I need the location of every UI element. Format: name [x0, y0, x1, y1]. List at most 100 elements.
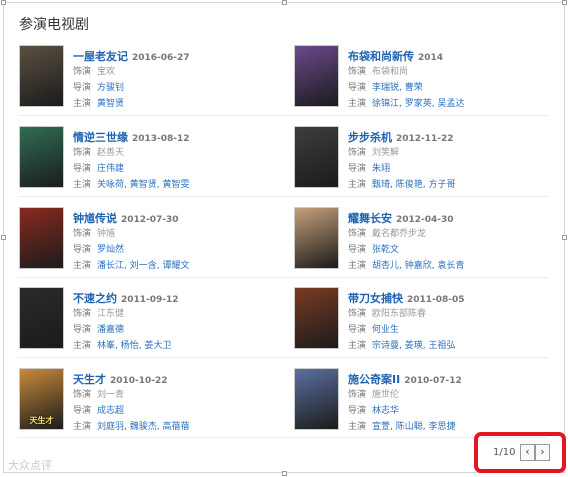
- cast-links[interactable]: 潘长江, 刘一含, 谭耀文: [97, 261, 189, 271]
- role-value: 施世伦: [372, 390, 400, 400]
- drama-item[interactable]: 耀舞长安 2012-04-30 饰演 戴名都乔步龙 导演 张乾文 主演 胡杏儿, 钟嘉欣…: [294, 207, 554, 277]
- drama-poster[interactable]: [294, 287, 339, 349]
- prev-page-button[interactable]: ‹: [520, 444, 535, 461]
- section-title: 参演电视剧: [19, 17, 89, 33]
- director-label: 导演: [348, 245, 367, 255]
- role-label: 饰演: [348, 229, 367, 239]
- director-link[interactable]: 成志超: [97, 406, 124, 416]
- row-divider: [18, 357, 548, 358]
- drama-poster[interactable]: [19, 126, 64, 188]
- cast-label: 主演: [348, 99, 367, 109]
- drama-item[interactable]: 天生才 天生才 2010-10-22 饰演 刘一青 导演 成志超 主演 刘庭羽, 魏骏杰…: [19, 368, 279, 438]
- drama-title[interactable]: 施公奇案II: [348, 373, 400, 386]
- next-page-button[interactable]: ›: [535, 444, 550, 461]
- director-label: 导演: [73, 164, 92, 174]
- director-link[interactable]: 方骏钊: [97, 83, 124, 93]
- page-indicator: 1/10: [493, 447, 516, 458]
- drama-item[interactable]: 施公奇案II 2010-07-12 饰演 施世伦 导演 林志华 主演 宣萱, 陈山聪, …: [294, 368, 554, 438]
- resize-handle-middle-right[interactable]: [562, 235, 567, 240]
- drama-title[interactable]: 耀舞长安: [348, 212, 392, 225]
- drama-poster[interactable]: [294, 207, 339, 269]
- role-label: 饰演: [73, 229, 92, 239]
- drama-date: 2010-07-12: [404, 376, 462, 386]
- drama-item[interactable]: 布袋和尚新传 2014 饰演 布袋和尚 导演 李瑞锐, 曹荣 主演 徐锦江, 罗家英, …: [294, 45, 554, 115]
- drama-poster[interactable]: [19, 287, 64, 349]
- drama-date: 2014: [418, 53, 444, 63]
- director-link[interactable]: 李瑞锐, 曹荣: [372, 83, 423, 93]
- role-value: 刘一青: [97, 390, 125, 400]
- role-label: 饰演: [73, 309, 92, 319]
- drama-title[interactable]: 天生才: [73, 373, 106, 386]
- resize-handle-top-left[interactable]: [1, 0, 6, 5]
- drama-date: 2011-09-12: [121, 295, 179, 305]
- director-link[interactable]: 张乾文: [372, 245, 399, 255]
- drama-item[interactable]: 步步杀机 2012-11-22 饰演 刘笑解 导演 朱翊 主演 甄琦, 陈俊艳, 方子哥: [294, 126, 554, 196]
- director-label: 导演: [73, 406, 92, 416]
- role-label: 饰演: [348, 390, 367, 400]
- row-divider: [18, 277, 548, 278]
- row-divider: [18, 437, 548, 438]
- cast-links[interactable]: 胡杏儿, 钟嘉欣, 袁长青: [372, 261, 464, 271]
- director-label: 导演: [348, 325, 367, 335]
- drama-title[interactable]: 一屋老友记: [73, 50, 128, 63]
- director-link[interactable]: 朱翊: [372, 164, 390, 174]
- drama-date: 2012-11-22: [396, 134, 454, 144]
- drama-title[interactable]: 布袋和尚新传: [348, 50, 414, 63]
- director-label: 导演: [348, 406, 367, 416]
- cast-links[interactable]: 关咏荷, 黄智贤, 黄智雯: [97, 180, 189, 190]
- drama-title[interactable]: 带刀女捕快: [348, 292, 403, 305]
- role-value: 赵善天: [97, 148, 125, 158]
- drama-item[interactable]: 钟馗传说 2012-07-30 饰演 钟馗 导演 罗灿然 主演 潘长江, 刘一含, 谭耀…: [19, 207, 279, 277]
- drama-poster[interactable]: [294, 126, 339, 188]
- drama-poster[interactable]: [19, 45, 64, 107]
- cast-links[interactable]: 刘庭羽, 魏骏杰, 高蓓蓓: [97, 422, 189, 432]
- director-link[interactable]: 潘嘉德: [97, 325, 124, 335]
- drama-date: 2012-04-30: [396, 215, 454, 225]
- drama-date: 2011-08-05: [407, 295, 465, 305]
- role-value: 欧阳东部陈春: [372, 309, 427, 319]
- row-divider: [18, 115, 548, 116]
- role-label: 饰演: [73, 67, 92, 77]
- drama-poster[interactable]: 天生才: [19, 368, 64, 430]
- director-link[interactable]: 罗灿然: [97, 245, 124, 255]
- drama-poster[interactable]: [294, 368, 339, 430]
- chevron-left-icon: ‹: [525, 445, 530, 458]
- cast-links[interactable]: 黄智贤: [97, 99, 124, 109]
- director-link[interactable]: 林志华: [372, 406, 399, 416]
- drama-item[interactable]: 带刀女捕快 2011-08-05 饰演 欧阳东部陈春 导演 何业生 主演 宗诗曼, 姜瑛…: [294, 287, 554, 357]
- resize-handle-bottom-center[interactable]: [282, 471, 287, 476]
- cast-label: 主演: [73, 341, 92, 351]
- cast-label: 主演: [348, 180, 367, 190]
- drama-item[interactable]: 一屋老友记 2016-06-27 饰演 宝欢 导演 方骏钊 主演 黄智贤: [19, 45, 279, 115]
- resize-handle-middle-left[interactable]: [1, 235, 6, 240]
- director-link[interactable]: 庄伟建: [97, 164, 124, 174]
- drama-poster[interactable]: [294, 45, 339, 107]
- drama-title[interactable]: 情逆三世缘: [73, 131, 128, 144]
- watermark: 大众点评: [8, 459, 52, 472]
- director-link[interactable]: 何业生: [372, 325, 399, 335]
- cast-label: 主演: [73, 180, 92, 190]
- cast-links[interactable]: 甄琦, 陈俊艳, 方子哥: [372, 180, 455, 190]
- drama-title[interactable]: 钟馗传说: [73, 212, 117, 225]
- resize-handle-top-center[interactable]: [282, 0, 287, 5]
- resize-handle-top-right[interactable]: [562, 0, 567, 5]
- drama-title[interactable]: 不速之约: [73, 292, 117, 305]
- director-label: 导演: [73, 83, 92, 93]
- role-value: 布袋和尚: [372, 67, 409, 77]
- director-label: 导演: [73, 245, 92, 255]
- role-label: 饰演: [73, 390, 92, 400]
- role-label: 饰演: [73, 148, 92, 158]
- chevron-right-icon: ›: [540, 445, 545, 458]
- drama-date: 2012-07-30: [121, 215, 179, 225]
- row-divider: [18, 196, 548, 197]
- cast-links[interactable]: 宗诗曼, 姜瑛, 王祖弘: [372, 341, 455, 351]
- cast-links[interactable]: 徐锦江, 罗家英, 吴孟达: [372, 99, 464, 109]
- director-label: 导演: [348, 83, 367, 93]
- drama-title[interactable]: 步步杀机: [348, 131, 392, 144]
- cast-links[interactable]: 林峯, 杨怡, 姜大卫: [97, 341, 171, 351]
- poster-text: 天生才: [29, 416, 54, 425]
- drama-item[interactable]: 情逆三世缘 2013-08-12 饰演 赵善天 导演 庄伟建 主演 关咏荷, 黄智贤, …: [19, 126, 279, 196]
- drama-poster[interactable]: [19, 207, 64, 269]
- drama-item[interactable]: 不速之约 2011-09-12 饰演 江东健 导演 潘嘉德 主演 林峯, 杨怡, 姜大卫: [19, 287, 279, 357]
- cast-links[interactable]: 宣萱, 陈山聪, 李思捷: [372, 422, 455, 432]
